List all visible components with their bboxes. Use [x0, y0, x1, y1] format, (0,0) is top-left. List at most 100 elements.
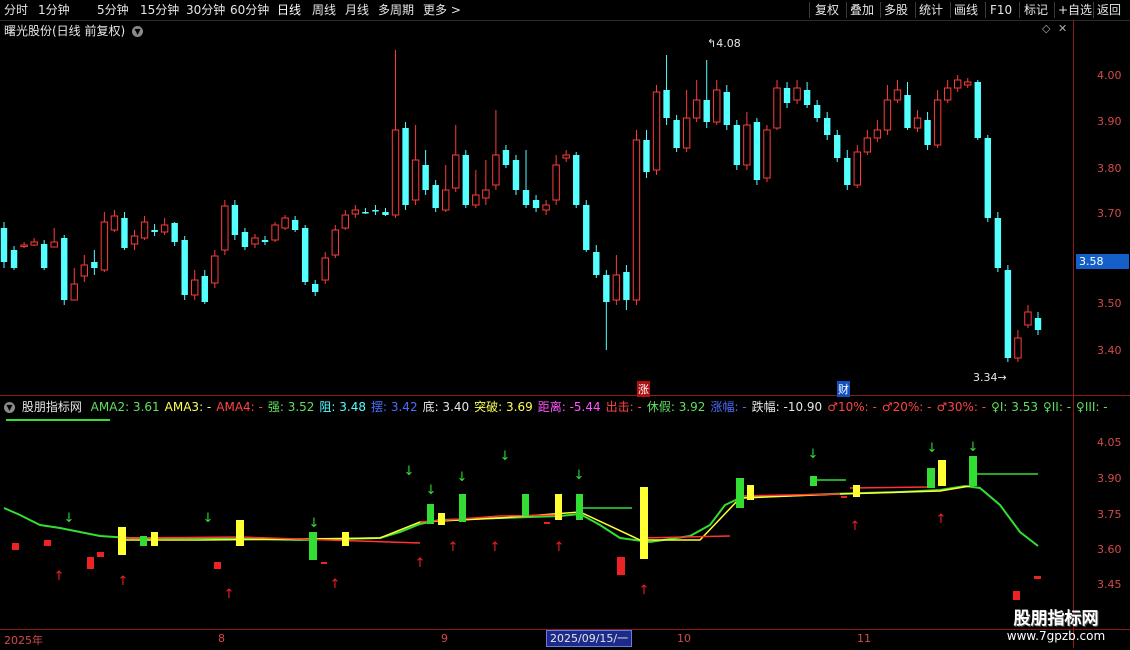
candle-body [943, 87, 952, 101]
indicator-value: 摆: 3.42 [371, 400, 418, 414]
indicator-bar [151, 532, 158, 546]
indicator-name: 股朋指标网 [21, 400, 82, 414]
indicator-value: 出击: - [605, 400, 642, 414]
date-axis-label: 9 [441, 632, 448, 645]
date-axis-label: 2025年 [4, 634, 43, 647]
candle-body [402, 128, 409, 205]
up-arrow-icon: ↑ [415, 556, 426, 571]
candle-body [603, 275, 610, 302]
indicator-bar [214, 562, 221, 569]
candle-body [793, 87, 801, 101]
candle-body [844, 158, 851, 185]
indicator-value: AMA3: - [164, 400, 212, 414]
indicator-value: 休假: 3.92 [646, 400, 706, 414]
candle-body [80, 264, 89, 277]
indicator-bar [309, 532, 317, 560]
indicator-value: ♀II: - [1042, 400, 1072, 414]
candle-body [151, 230, 158, 232]
indicator-bar [118, 527, 126, 555]
candle-body [573, 155, 580, 205]
candle-body [743, 124, 751, 166]
watermark-title: 股朋指标网 [1013, 609, 1099, 629]
candle-body [0, 228, 8, 262]
price-axis-label: 3.80 [1097, 162, 1122, 175]
date-axis-label: 11 [857, 632, 871, 645]
candlestick-chart[interactable]: ↓ ↓ ↓ ↓ ↓ ↓ ↓ ↓ ↓ ↓ ↓ ↑ ↑ ↑ ↑ ↑ ↑ ↑ ↑ ↑ ↑ ↑ [0, 0, 1130, 650]
candle-body [171, 223, 178, 242]
candle-body [1004, 270, 1012, 358]
down-arrow-icon: ↓ [457, 470, 468, 485]
indicator-value: AMA2: 3.61 [90, 400, 160, 414]
candle-body [542, 204, 550, 211]
watermark-url: www.7gpzb.com [1006, 629, 1106, 643]
ama4-line [739, 493, 841, 497]
up-arrow-icon: ↑ [936, 512, 947, 527]
indicator-bar [1034, 576, 1041, 579]
candle-body [753, 122, 761, 180]
candle-body [221, 205, 229, 251]
financial-report-tag[interactable]: 财 [837, 381, 850, 397]
candle-body [813, 105, 821, 118]
candle-body [512, 160, 520, 190]
candle-body [231, 205, 239, 235]
down-arrow-icon: ↓ [500, 449, 511, 464]
down-arrow-icon: ↓ [203, 511, 214, 526]
candle-body [974, 82, 981, 138]
candle-body [552, 164, 560, 201]
candle-body [482, 189, 490, 199]
candle-body [883, 99, 892, 131]
up-arrow-icon: ↑ [490, 540, 501, 555]
candle-body [91, 262, 98, 268]
chevron-down-icon[interactable]: ▼ [4, 402, 15, 413]
candle-body [612, 274, 621, 301]
candle-body [863, 137, 872, 153]
candle-body [382, 212, 389, 215]
price-axis-label: 3.90 [1097, 115, 1122, 128]
candle-body [10, 250, 18, 268]
candle-body [181, 240, 188, 295]
down-arrow-icon: ↓ [309, 516, 320, 531]
price-axis-label: 3.70 [1097, 207, 1122, 220]
candle-body [904, 95, 911, 128]
indicator-bar [1013, 591, 1020, 600]
up-arrow-icon: ↑ [639, 583, 650, 598]
candle-body [411, 159, 420, 201]
candle-body [703, 100, 710, 122]
candle-body [623, 272, 630, 300]
candle-body [673, 120, 680, 148]
candle-body [924, 120, 931, 145]
candle-body [20, 244, 28, 247]
indicator-axis-label: 4.05 [1097, 436, 1122, 449]
candle-body [121, 218, 128, 248]
indicator-bar [853, 485, 860, 497]
candle-body [532, 200, 540, 208]
limit-up-tag[interactable]: 涨 [637, 381, 650, 397]
candle-body [823, 118, 831, 135]
indicator-bar [427, 504, 434, 524]
candle-body [472, 194, 480, 206]
candle-body [110, 215, 119, 231]
candle-body [502, 150, 510, 165]
last-price-tag: 3.58 [1076, 254, 1129, 269]
candle-body [663, 90, 670, 118]
candle-body [130, 235, 139, 245]
indicator-bar [747, 485, 754, 500]
indicator-axis-label: 3.45 [1097, 578, 1122, 591]
candle-body [1034, 318, 1042, 330]
low-price-annotation: 3.34→ [973, 371, 1007, 384]
indicator-value: 底: 3.40 [422, 400, 470, 414]
candle-body [893, 89, 902, 101]
high-price-annotation: ↰4.08 [707, 37, 741, 50]
indicator-value: ♂10%: - [827, 400, 877, 414]
price-axis-label: 4.00 [1097, 69, 1122, 82]
indicator-value: 距离: -5.44 [537, 400, 601, 414]
candle-body [432, 185, 439, 208]
indicator-bar [140, 536, 147, 546]
indicator-bar [927, 468, 935, 488]
candle-body [351, 209, 360, 215]
candle-body [593, 252, 600, 275]
candle-body [953, 79, 962, 89]
candle-body [160, 224, 169, 233]
ama4-line [849, 486, 931, 489]
candle-body [312, 284, 319, 292]
